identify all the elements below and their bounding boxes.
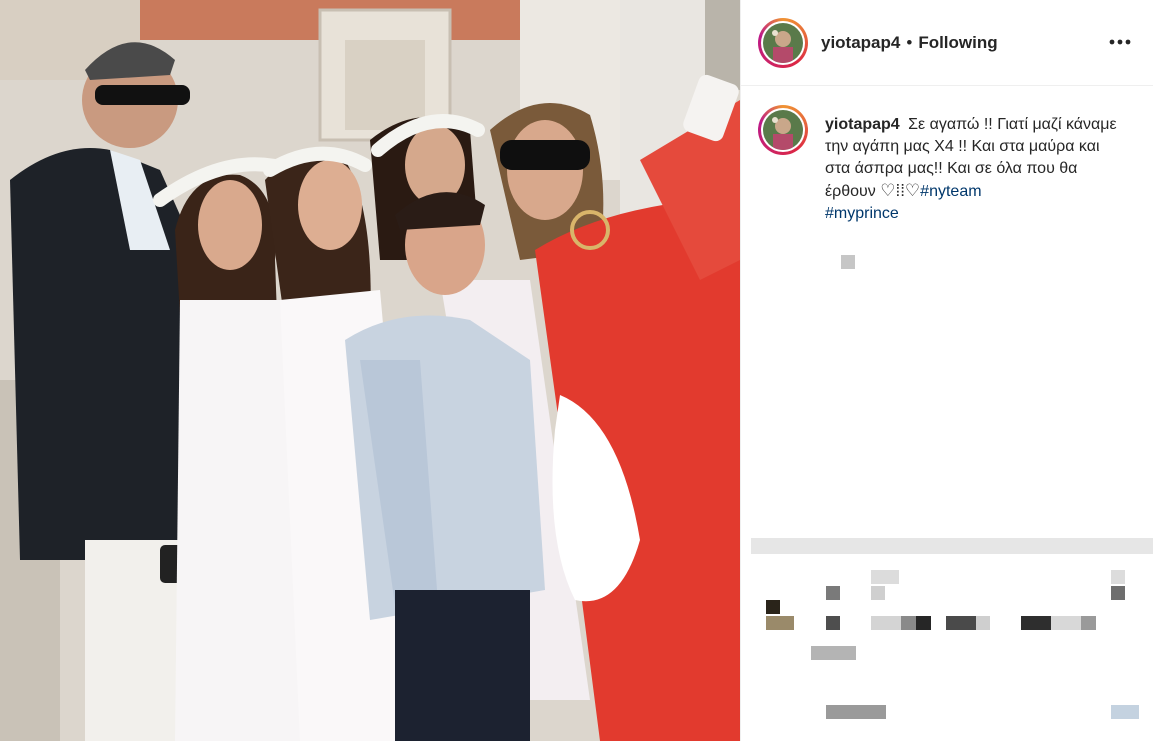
post-photo[interactable] <box>0 0 740 741</box>
caption-text: yiotapap4 Σε αγαπώ !! Γιατί μαζί κάναμε … <box>825 114 1120 225</box>
post-side-panel: yiotapap4 • Following yiotapap4 Σε αγαπώ… <box>740 0 1153 741</box>
more-horizontal-icon[interactable] <box>1108 30 1132 54</box>
post-caption: yiotapap4 Σε αγαπώ !! Γιατί μαζί κάναμε … <box>741 86 1153 225</box>
caption-username[interactable]: yiotapap4 <box>825 116 900 133</box>
avatar-image <box>763 22 803 63</box>
hashtag-nyteam[interactable]: #nyteam <box>920 183 981 200</box>
following-button[interactable]: Following <box>918 33 997 53</box>
heart-emoji-icons: ♡⁞⁞♡ <box>880 181 921 200</box>
separator-dot: • <box>906 32 913 52</box>
post-header: yiotapap4 • Following <box>741 0 1153 86</box>
avatar[interactable] <box>758 17 808 68</box>
section-divider <box>751 538 1153 554</box>
caption-avatar[interactable] <box>758 105 808 155</box>
avatar-image <box>763 110 803 150</box>
placeholder-square <box>841 255 855 269</box>
username-link[interactable]: yiotapap4 <box>821 33 900 53</box>
hashtag-myprince[interactable]: #myprince <box>825 205 899 222</box>
header-text: yiotapap4 • Following <box>821 33 998 53</box>
photo-illustration <box>0 0 740 741</box>
